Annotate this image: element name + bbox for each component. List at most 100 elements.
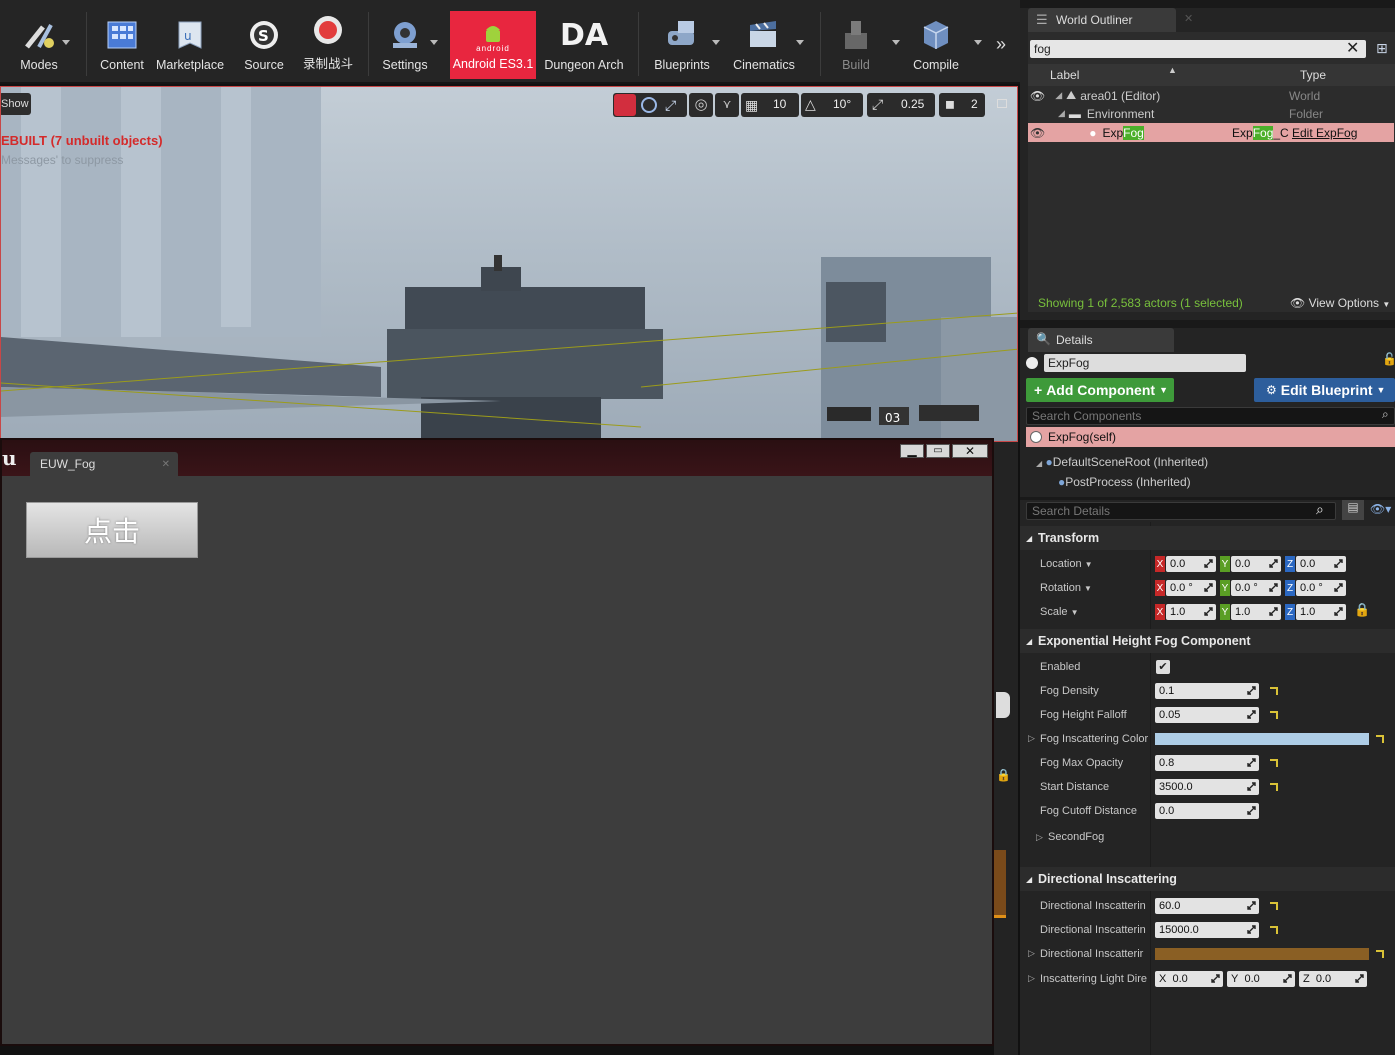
view-options-button[interactable]: 👁 View Options ▼	[1290, 296, 1390, 310]
clear-search-icon[interactable]: ✕	[1346, 38, 1359, 58]
drag-handle-icon[interactable]	[1211, 974, 1220, 983]
label-column-header[interactable]: Label	[1050, 68, 1079, 82]
translate-mode-icon[interactable]	[614, 94, 636, 116]
reset-to-default-icon[interactable]	[1376, 735, 1384, 743]
show-menu-button[interactable]: Show	[1, 93, 31, 115]
add-component-button[interactable]: + Add Component ▼	[1026, 378, 1174, 402]
maximize-window-button[interactable]: ▭	[926, 444, 950, 458]
light-direction-y-field[interactable]: Y 0.0	[1227, 971, 1295, 987]
close-tab-icon[interactable]: ✕	[1184, 12, 1193, 25]
search-components-input[interactable]: Search Components	[1026, 407, 1395, 425]
compile-button[interactable]: Compile	[906, 10, 966, 80]
drag-handle-icon[interactable]	[1283, 974, 1292, 983]
component-postprocess[interactable]: ●PostProcess (Inherited)	[1058, 475, 1191, 489]
fog-inscattering-color-swatch[interactable]	[1155, 733, 1369, 745]
drag-handle-icon[interactable]	[1355, 974, 1364, 983]
launch-android-button[interactable]: android Android ES3.1	[450, 11, 536, 79]
record-battle-button[interactable]: 录制战斗	[300, 10, 356, 80]
fog-component-section-header[interactable]: ◢ Exponential Height Fog Component	[1020, 629, 1395, 653]
location-y-field[interactable]: 0.0	[1231, 556, 1281, 572]
component-default-scene-root[interactable]: ◢ ●DefaultSceneRoot (Inherited)	[1036, 455, 1208, 469]
drag-handle-icon[interactable]	[1247, 758, 1256, 767]
directional-inscattering-start-field[interactable]: 15000.0	[1155, 922, 1259, 938]
outliner-search-input[interactable]: fog	[1030, 40, 1366, 58]
enabled-checkbox[interactable]: ✔	[1156, 660, 1170, 674]
drag-handle-icon[interactable]	[1247, 901, 1256, 910]
drag-handle-icon[interactable]	[1247, 925, 1256, 934]
camera-speed-group[interactable]: ◼ 2	[939, 93, 985, 117]
outliner-row-folder[interactable]: ◢ ▬ Environment Folder	[1028, 104, 1394, 123]
settings-button[interactable]: Settings	[376, 10, 434, 80]
expand-arrow-icon[interactable]: ▷	[1028, 948, 1035, 959]
reset-to-default-icon[interactable]	[1270, 783, 1278, 791]
tab-world-outliner[interactable]: ☰ World Outliner	[1028, 8, 1176, 32]
edit-blueprint-button[interactable]: ⚙ Edit Blueprint ▼	[1254, 378, 1395, 402]
expand-arrow-icon[interactable]: ◢	[1055, 90, 1062, 101]
component-self-item[interactable]: ExpFog(self)	[1026, 427, 1395, 447]
rotation-z-field[interactable]: 0.0 °	[1296, 580, 1346, 596]
cinematics-button[interactable]: Cinematics	[730, 10, 798, 80]
scale-x-field[interactable]: 1.0	[1166, 604, 1216, 620]
level-viewport[interactable]: 03 Show EBUILT (7 unbuilt objects) Messa…	[0, 86, 1018, 442]
scale-z-field[interactable]: 1.0	[1296, 604, 1346, 620]
reset-to-default-icon[interactable]	[1270, 759, 1278, 767]
directional-inscattering-color-swatch[interactable]	[1155, 948, 1369, 960]
expand-arrow-icon[interactable]: ▷	[1036, 832, 1043, 843]
drag-handle-icon[interactable]	[1204, 559, 1213, 568]
expand-arrow-icon[interactable]: ▷	[1028, 733, 1035, 744]
visibility-filter-icon[interactable]: 👁▾	[1370, 502, 1391, 516]
fog-cutoff-distance-field[interactable]: 0.0	[1155, 803, 1259, 819]
toolbar-overflow-icon[interactable]: »	[996, 34, 1006, 55]
click-button[interactable]: 点击	[26, 502, 198, 558]
location-z-field[interactable]: 0.0	[1296, 556, 1346, 572]
directional-inscattering-exponent-field[interactable]: 60.0	[1155, 898, 1259, 914]
outliner-row-world[interactable]: 👁 ◢ ⛰ area01 (Editor) World	[1028, 86, 1394, 105]
location-x-field[interactable]: 0.0	[1166, 556, 1216, 572]
actor-name-field[interactable]: ExpFog	[1044, 354, 1246, 372]
drag-handle-icon[interactable]	[1247, 686, 1256, 695]
drag-handle-icon[interactable]	[1204, 607, 1213, 616]
start-distance-field[interactable]: 3500.0	[1155, 779, 1259, 795]
transform-section-header[interactable]: ◢ Transform	[1020, 526, 1395, 550]
light-direction-z-field[interactable]: Z 0.0	[1299, 971, 1367, 987]
close-window-button[interactable]: ✕	[952, 444, 988, 458]
drag-handle-icon[interactable]	[1204, 583, 1213, 592]
rotation-x-field[interactable]: 0.0 °	[1166, 580, 1216, 596]
source-control-button[interactable]: S Source	[236, 10, 292, 80]
drag-handle-icon[interactable]	[1269, 583, 1278, 592]
surface-snap-icon[interactable]: ⋎	[715, 93, 739, 117]
maximize-viewport-icon[interactable]	[997, 99, 1007, 108]
rotation-snap-group[interactable]: △ 10°	[801, 93, 863, 117]
rotate-mode-icon[interactable]	[641, 97, 657, 113]
drag-handle-icon[interactable]	[1334, 583, 1343, 592]
marketplace-button[interactable]: u Marketplace	[152, 10, 228, 80]
visibility-eye-icon[interactable]: 👁	[1030, 89, 1045, 103]
drag-handle-icon[interactable]	[1247, 806, 1256, 815]
scale-label[interactable]: Scale ▼	[1040, 602, 1079, 622]
reset-to-default-icon[interactable]	[1270, 687, 1278, 695]
scale-mode-icon[interactable]: ⤢	[665, 97, 681, 113]
drag-handle-icon[interactable]	[1247, 782, 1256, 791]
property-matrix-icon[interactable]: ▤	[1342, 500, 1364, 520]
modes-button[interactable]: Modes	[10, 10, 68, 80]
type-column-header[interactable]: Type	[1300, 68, 1326, 82]
drag-handle-icon[interactable]	[1334, 559, 1343, 568]
fog-max-opacity-field[interactable]: 0.8	[1155, 755, 1259, 771]
close-tab-icon[interactable]: ✕	[162, 459, 170, 470]
second-fog-label[interactable]: SecondFog	[1048, 827, 1104, 847]
expand-arrow-icon[interactable]: ◢	[1058, 108, 1065, 119]
reset-to-default-icon[interactable]	[1270, 902, 1278, 910]
reset-to-default-icon[interactable]	[1270, 711, 1278, 719]
outliner-row-expfog-selected[interactable]: 👁 ● Exp Fog ExpFog_C Edit ExpFog	[1028, 123, 1394, 142]
drag-handle-icon[interactable]	[1269, 559, 1278, 568]
rotation-y-field[interactable]: 0.0 °	[1231, 580, 1281, 596]
directional-inscattering-section-header[interactable]: ◢ Directional Inscattering	[1020, 867, 1395, 891]
world-space-icon[interactable]: ◎	[689, 93, 713, 117]
expand-arrow-icon[interactable]: ◢	[1036, 459, 1042, 468]
scale-lock-icon[interactable]: 🔒	[1354, 602, 1370, 618]
build-button[interactable]: Build	[828, 10, 884, 80]
fog-height-falloff-field[interactable]: 0.05	[1155, 707, 1259, 723]
hidden-panel-handle[interactable]	[996, 692, 1010, 718]
tab-euw-fog[interactable]: EUW_Fog ✕	[30, 452, 178, 476]
content-button[interactable]: Content	[96, 10, 148, 80]
